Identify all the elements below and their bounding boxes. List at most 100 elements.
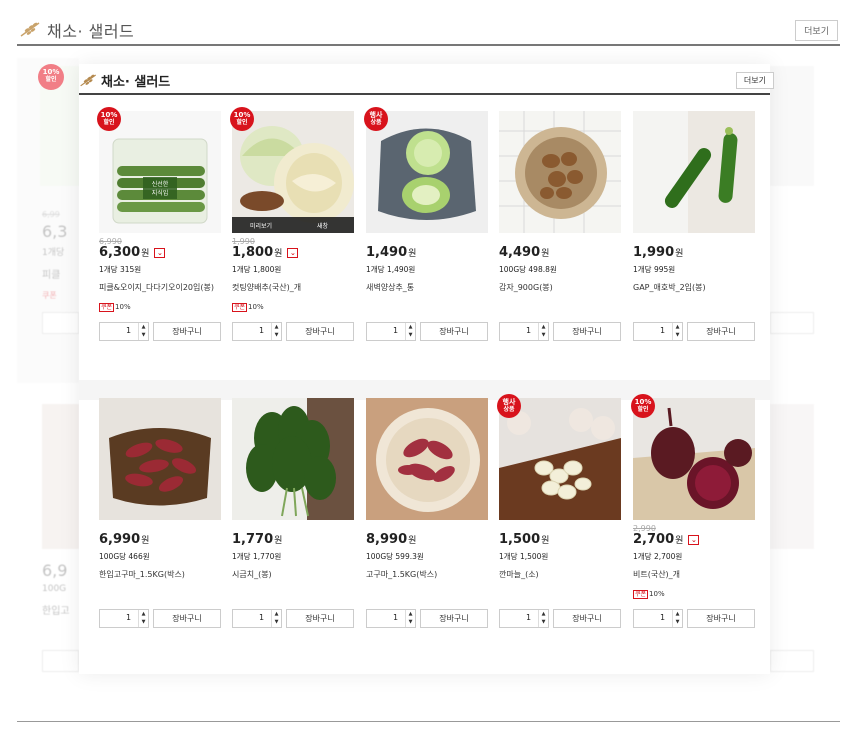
chevron-down-icon[interactable]: ▼ [142,332,146,338]
product-image[interactable] [499,398,621,520]
product-name[interactable]: 시금치_(봉) [232,569,272,580]
chevron-down-icon[interactable]: ▼ [409,619,413,625]
product-image[interactable] [232,398,354,520]
product-name[interactable]: 감자_900G(봉) [499,282,553,293]
quantity-stepper[interactable]: 1 ▲ ▼ [232,322,282,341]
product-card[interactable]: 10% 할인 2,990 2,700원 ⌄ 1개당 2,700원 비트(국산)_개 쿠폰 10%… [631,394,758,628]
chevron-up-icon[interactable]: ▲ [676,324,680,330]
product-name[interactable]: 고구마_1.5KG(박스) [366,569,437,580]
quantity-value[interactable]: 1 [259,613,264,622]
quantity-stepper[interactable]: 1 ▲ ▼ [499,609,549,628]
add-to-cart-button[interactable]: 장바구니 [153,322,221,341]
product-name[interactable]: 깐마늘_(소) [499,569,539,580]
chevron-down-icon[interactable]: ▼ [275,332,279,338]
chevron-up-icon[interactable]: ▲ [142,611,146,617]
product-name[interactable]: 컷팅양배추(국산)_개 [232,282,301,293]
quantity-value[interactable]: 1 [660,326,665,335]
add-to-cart-button[interactable]: 장바구니 [153,609,221,628]
product-image[interactable] [633,398,755,520]
stepper-arrows[interactable]: ▲ ▼ [405,323,415,340]
quantity-value[interactable]: 1 [526,326,531,335]
add-to-cart-button[interactable]: 장바구니 [687,609,755,628]
stepper-arrows[interactable]: ▲ ▼ [538,610,548,627]
chevron-up-icon[interactable]: ▲ [409,324,413,330]
product-name[interactable]: 비트(국산)_개 [633,569,680,580]
chevron-down-icon[interactable]: ▼ [542,332,546,338]
chevron-down-icon[interactable]: ▼ [409,332,413,338]
chevron-down-icon[interactable]: ▼ [542,619,546,625]
background-more-button[interactable]: 더보기 [795,20,838,41]
product-card[interactable]: 1,770원 1개당 1,770원 시금치_(봉) 1 ▲ ▼ 장바구니 [232,398,357,628]
product-card[interactable]: 미리보기 새창 10% 할인 1,990 1,800원 ⌄ 1개당 1,800원 컷팅양배추(국… [230,107,357,341]
chevron-down-icon[interactable]: ▼ [676,332,680,338]
product-image[interactable]: 미리보기 새창 [232,111,354,233]
price-value: 1,500 [499,532,541,547]
product-card[interactable]: 신선한 지식입 10% 할인 6,990 6,300원 ⌄ 1개당 315원 피클&오이지_다… [97,107,224,341]
product-image[interactable]: 신선한 지식입 [99,111,221,233]
quantity-stepper[interactable]: 1 ▲ ▼ [633,609,683,628]
product-image[interactable] [633,111,755,233]
preview-button[interactable]: 미리보기 [250,221,272,230]
stepper-arrows[interactable]: ▲ ▼ [138,323,148,340]
quantity-stepper[interactable]: 1 ▲ ▼ [99,609,149,628]
chevron-up-icon[interactable]: ▲ [409,611,413,617]
quantity-value[interactable]: 1 [393,613,398,622]
chevron-down-icon[interactable]: ▼ [676,619,680,625]
quantity-stepper[interactable]: 1 ▲ ▼ [366,322,416,341]
add-to-cart-button[interactable]: 장바구니 [553,609,621,628]
quantity-stepper[interactable]: 1 ▲ ▼ [232,609,282,628]
product-card[interactable]: 4,490원 100G당 498.8원 감자_900G(봉) 1 ▲ ▼ 장바구니 [499,111,624,341]
quantity-stepper[interactable]: 1 ▲ ▼ [633,322,683,341]
stepper-arrows[interactable]: ▲ ▼ [271,610,281,627]
product-card[interactable]: 8,990원 100G당 599.3원 고구마_1.5KG(박스) 1 ▲ ▼ 장바구니 [366,398,491,628]
promo-badge-sub: 상품 [370,119,382,126]
add-to-cart-button[interactable]: 장바구니 [420,322,488,341]
product-name[interactable]: GAP_애호박_2입(봉) [633,282,706,293]
stepper-arrows[interactable]: ▲ ▼ [538,323,548,340]
chevron-down-icon[interactable]: ⌄ [287,248,299,258]
product-image[interactable] [99,398,221,520]
more-button[interactable]: 더보기 [735,72,774,89]
quantity-value[interactable]: 1 [526,613,531,622]
chevron-up-icon[interactable]: ▲ [542,611,546,617]
chevron-down-icon[interactable]: ▼ [142,619,146,625]
stepper-arrows[interactable]: ▲ ▼ [138,610,148,627]
quantity-stepper[interactable]: 1 ▲ ▼ [366,609,416,628]
product-card[interactable]: 1,990원 1개당 995원 GAP_애호박_2입(봉) 1 ▲ ▼ 장바구니 [633,111,758,341]
svg-text:신선한: 신선한 [152,180,169,188]
product-name[interactable]: 한입고구마_1.5KG(박스) [99,569,185,580]
quantity-value[interactable]: 1 [259,326,264,335]
chevron-down-icon[interactable]: ⌄ [154,248,166,258]
quantity-value[interactable]: 1 [393,326,398,335]
product-card[interactable]: 6,990원 100G당 466원 한입고구마_1.5KG(박스) 1 ▲ ▼ 장바구니 [99,398,224,628]
chevron-up-icon[interactable]: ▲ [542,324,546,330]
quantity-stepper[interactable]: 1 ▲ ▼ [99,322,149,341]
quantity-value[interactable]: 1 [660,613,665,622]
chevron-down-icon[interactable]: ⌄ [688,535,700,545]
product-image[interactable] [366,398,488,520]
product-image[interactable] [499,111,621,233]
stepper-arrows[interactable]: ▲ ▼ [271,323,281,340]
product-name[interactable]: 피클&오이지_다다기오이20입(봉) [99,282,214,293]
chevron-up-icon[interactable]: ▲ [275,611,279,617]
stepper-arrows[interactable]: ▲ ▼ [405,610,415,627]
new-window-button[interactable]: 새창 [317,221,328,230]
chevron-down-icon[interactable]: ▼ [275,619,279,625]
quantity-value[interactable]: 1 [126,326,131,335]
add-to-cart-button[interactable]: 장바구니 [286,609,354,628]
chevron-up-icon[interactable]: ▲ [275,324,279,330]
product-card[interactable]: 행사 상품 1,490원 1개당 1,490원 새벽양상추_통 1 ▲ ▼ 장바구니 [364,107,491,341]
product-name[interactable]: 새벽양상추_통 [366,282,414,293]
quantity-value[interactable]: 1 [126,613,131,622]
quantity-stepper[interactable]: 1 ▲ ▼ [499,322,549,341]
add-to-cart-button[interactable]: 장바구니 [286,322,354,341]
stepper-arrows[interactable]: ▲ ▼ [672,323,682,340]
add-to-cart-button[interactable]: 장바구니 [553,322,621,341]
chevron-up-icon[interactable]: ▲ [142,324,146,330]
chevron-up-icon[interactable]: ▲ [676,611,680,617]
add-to-cart-button[interactable]: 장바구니 [420,609,488,628]
product-card[interactable]: 행사 상품 1,500원 1개당 1,500원 깐마늘_(소) 1 ▲ ▼ 장바구니 [497,394,624,628]
product-image[interactable] [366,111,488,233]
add-to-cart-button[interactable]: 장바구니 [687,322,755,341]
stepper-arrows[interactable]: ▲ ▼ [672,610,682,627]
